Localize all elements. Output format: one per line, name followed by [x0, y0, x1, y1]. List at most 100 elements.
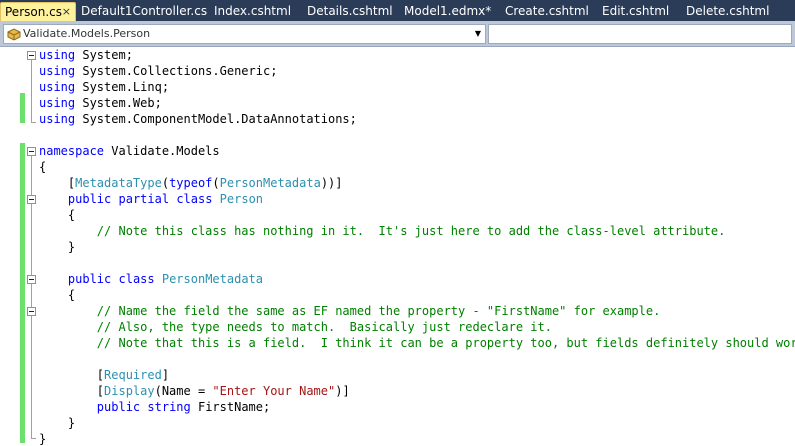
tab-default1controller-cs[interactable]: Default1Controller.cs — [77, 2, 207, 21]
tab-delete-cshtml[interactable]: Delete.cshtml — [682, 2, 769, 21]
keyword-token: class — [118, 272, 155, 286]
outline-guide-end — [31, 438, 36, 439]
collapse-icon[interactable] — [27, 195, 36, 204]
tab-person-cs[interactable]: Person.cs × — [0, 2, 76, 21]
code-line[interactable]: ​ — [39, 255, 795, 271]
navigation-bar: Validate.Models.Person ▼ — [0, 21, 795, 47]
source-code[interactable]: using System; using System.Collections.Ge… — [39, 47, 795, 446]
code-line[interactable]: using System.Web; — [39, 95, 795, 111]
code-line[interactable]: using System.Collections.Generic; — [39, 63, 795, 79]
tab-edit-cshtml[interactable]: Edit.cshtml — [598, 2, 669, 21]
type-selector-value: Validate.Models.Person — [23, 27, 151, 40]
code-line[interactable]: // Also, the type needs to match. Basica… — [39, 319, 795, 335]
code-line[interactable]: public string FirstName; — [39, 399, 795, 415]
code-line[interactable]: public class PersonMetadata — [39, 271, 795, 287]
keyword-token: typeof — [169, 176, 213, 190]
code-line[interactable]: // Name the field the same as EF named t… — [39, 303, 795, 319]
change-marker — [20, 93, 25, 123]
chevron-down-icon[interactable]: ▼ — [475, 26, 481, 42]
keyword-token: using — [39, 80, 76, 94]
code-text: { — [39, 288, 76, 302]
code-line[interactable]: } — [39, 415, 795, 431]
class-icon — [7, 28, 21, 41]
code-line[interactable]: // Note that this is a field. I think it… — [39, 335, 795, 351]
tab-index-cshtml[interactable]: Index.cshtml — [210, 2, 291, 21]
keyword-token: using — [39, 96, 76, 110]
code-line[interactable]: } — [39, 431, 795, 446]
keyword-token: class — [176, 192, 213, 206]
code-text: [ — [39, 384, 105, 398]
collapse-icon[interactable] — [27, 51, 36, 60]
code-text: [ — [39, 176, 76, 190]
code-line[interactable]: ​ — [39, 351, 795, 367]
code-text: } — [39, 432, 47, 446]
indicator-margin — [0, 47, 16, 446]
close-icon[interactable]: × — [62, 3, 71, 21]
outline-guide-end — [31, 122, 36, 123]
comment-token: // Note that this is a field. I think it… — [96, 336, 795, 350]
outline-guide — [31, 60, 32, 122]
keyword-token: using — [39, 48, 76, 62]
tab-label: Delete.cshtml — [686, 4, 770, 18]
code-line[interactable]: ​ — [39, 127, 795, 143]
type-token: PersonMetadata — [161, 272, 264, 286]
code-line[interactable]: using System.Linq; — [39, 79, 795, 95]
tab-details-cshtml[interactable]: Details.cshtml — [303, 2, 393, 21]
tab-label: Edit.cshtml — [602, 4, 670, 18]
code-text: )] — [335, 384, 350, 398]
tab-label: Details.cshtml — [307, 4, 393, 18]
comment-token: // Also, the type needs to match. Basica… — [96, 320, 552, 334]
collapse-icon[interactable] — [27, 147, 36, 156]
tab-label: Model1.edmx* — [404, 4, 492, 18]
code-text: System.Collections.Generic; — [75, 64, 278, 78]
code-text: ( — [161, 176, 170, 190]
code-text: } — [39, 240, 76, 254]
tab-label: Index.cshtml — [214, 4, 292, 18]
code-line[interactable]: [Display(Name = "Enter Your Name")] — [39, 383, 795, 399]
code-line[interactable]: [Required] — [39, 367, 795, 383]
member-selector-dropdown[interactable] — [488, 24, 792, 44]
tab-label: Create.cshtml — [505, 4, 589, 18]
document-tab-strip: Person.cs × Default1Controller.cs Index.… — [0, 0, 795, 21]
tab-model1-edmx[interactable]: Model1.edmx* — [400, 2, 491, 21]
tab-create-cshtml[interactable]: Create.cshtml — [501, 2, 589, 21]
code-text: ] — [161, 368, 170, 382]
keyword-token: public — [96, 400, 141, 414]
collapse-icon[interactable] — [27, 307, 36, 316]
code-line[interactable]: [MetadataType(typeof(PersonMetadata))] — [39, 175, 795, 191]
type-token: Required — [104, 368, 162, 382]
keyword-token: public — [67, 192, 112, 206]
keyword-token: using — [39, 64, 76, 78]
code-text: ( — [212, 176, 220, 190]
code-line[interactable]: public partial class Person — [39, 191, 795, 207]
code-text: { — [39, 208, 76, 222]
code-text: FirstName; — [190, 400, 271, 414]
code-line[interactable]: using System.ComponentModel.DataAnnotati… — [39, 111, 795, 127]
code-text: System.Linq; — [75, 80, 170, 94]
type-token: Person — [219, 192, 264, 206]
type-token: Display — [104, 384, 155, 398]
string-token: "Enter Your Name" — [212, 384, 336, 398]
code-editor[interactable]: using System; using System.Collections.Ge… — [0, 47, 795, 446]
comment-token: // Note this class has nothing in it. It… — [96, 224, 726, 238]
code-text: System.ComponentModel.DataAnnotations; — [75, 112, 357, 126]
type-token: PersonMetadata — [219, 176, 321, 190]
code-line[interactable]: { — [39, 159, 795, 175]
code-line[interactable]: using System; — [39, 47, 795, 63]
tab-label: Person.cs — [5, 5, 62, 19]
type-selector-dropdown[interactable]: Validate.Models.Person ▼ — [3, 24, 486, 44]
code-line[interactable]: { — [39, 287, 795, 303]
code-line[interactable]: } — [39, 239, 795, 255]
code-line[interactable]: namespace Validate.Models — [39, 143, 795, 159]
collapse-icon[interactable] — [27, 275, 36, 284]
code-line[interactable]: { — [39, 207, 795, 223]
code-line[interactable]: // Note this class has nothing in it. It… — [39, 223, 795, 239]
